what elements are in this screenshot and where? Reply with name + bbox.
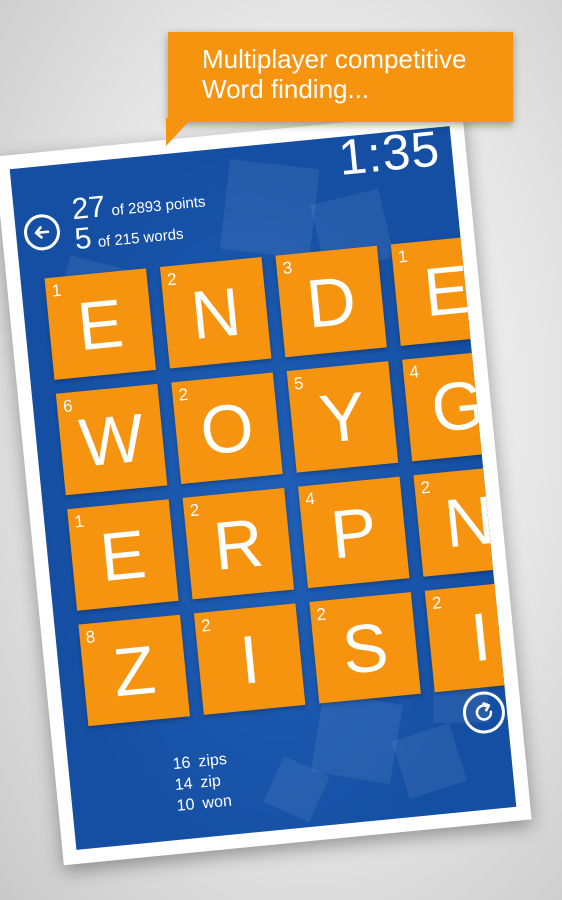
- promo-line-1: Multiplayer competitive: [202, 44, 467, 74]
- letter-tile[interactable]: 4P: [298, 476, 410, 589]
- word-text: zips: [197, 750, 228, 771]
- tile-letter: Y: [316, 377, 369, 458]
- tile-letter: G: [427, 366, 489, 447]
- letter-tile[interactable]: 1E: [44, 268, 156, 380]
- tile-letter: O: [197, 388, 258, 470]
- letter-tile[interactable]: 2I: [424, 580, 517, 693]
- tile-letter: Z: [109, 631, 159, 712]
- back-button[interactable]: [22, 212, 62, 253]
- promo-callout: Multiplayer competitive Word finding...: [168, 32, 513, 122]
- back-arrow-icon: [34, 226, 50, 239]
- word-text: zip: [199, 772, 222, 792]
- tile-letter: D: [303, 262, 360, 343]
- game-screen: 1:35 27 of 2893 points 5 of 215 words 1E 2…: [9, 126, 517, 850]
- promo-callout-tail: [166, 118, 192, 146]
- word-points: 10: [176, 796, 196, 815]
- tile-letter: E: [96, 515, 150, 597]
- tile-letter: P: [327, 493, 381, 574]
- found-words-list: 16 zips 14 zip 10 won: [164, 749, 233, 818]
- letter-tile[interactable]: 2N: [413, 465, 517, 577]
- letter-tile[interactable]: 6W: [55, 383, 168, 496]
- word-text: won: [201, 792, 233, 813]
- tile-letter: E: [74, 285, 127, 366]
- tile-letter: I: [467, 598, 494, 677]
- tile-letter: R: [210, 504, 267, 585]
- letter-tile[interactable]: 8Z: [78, 614, 190, 727]
- letter-tile[interactable]: 3D: [275, 245, 387, 358]
- letter-tile[interactable]: 2R: [182, 487, 295, 600]
- words-value: 5: [73, 221, 94, 257]
- letter-tile[interactable]: 2O: [171, 372, 283, 484]
- letter-tile[interactable]: 2I: [193, 603, 306, 715]
- refresh-icon: [475, 702, 493, 721]
- tile-letter: N: [187, 273, 244, 354]
- letter-grid: 1E 2N 3D 1E 6W 2O 5Y 4G 1E 2R 4P 2N 8Z 2…: [44, 234, 517, 727]
- tile-letter: W: [75, 399, 148, 482]
- words-label: of 215 words: [97, 225, 185, 251]
- tile-letter: I: [236, 621, 263, 699]
- tile-letter: N: [441, 481, 498, 563]
- word-points: 16: [171, 754, 192, 774]
- tile-letter: S: [338, 608, 392, 689]
- background-square: [391, 723, 468, 799]
- countdown-timer: 1:35: [336, 126, 443, 186]
- letter-tile[interactable]: 5Y: [286, 361, 399, 473]
- letter-tile[interactable]: 1E: [390, 234, 503, 346]
- phone-screen-card: 1:35 27 of 2893 points 5 of 215 words 1E 2…: [0, 110, 532, 866]
- background-square: [310, 692, 403, 785]
- promo-text: Multiplayer competitive Word finding...: [202, 44, 503, 104]
- tile-letter: E: [420, 251, 473, 332]
- word-points: 14: [173, 775, 194, 794]
- letter-tile[interactable]: 1E: [67, 499, 179, 611]
- letter-tile[interactable]: 4G: [402, 349, 514, 462]
- promo-line-2: Word finding...: [202, 74, 370, 104]
- background-square: [220, 159, 320, 259]
- letter-tile[interactable]: 2N: [159, 257, 272, 369]
- letter-tile[interactable]: 2S: [309, 592, 421, 704]
